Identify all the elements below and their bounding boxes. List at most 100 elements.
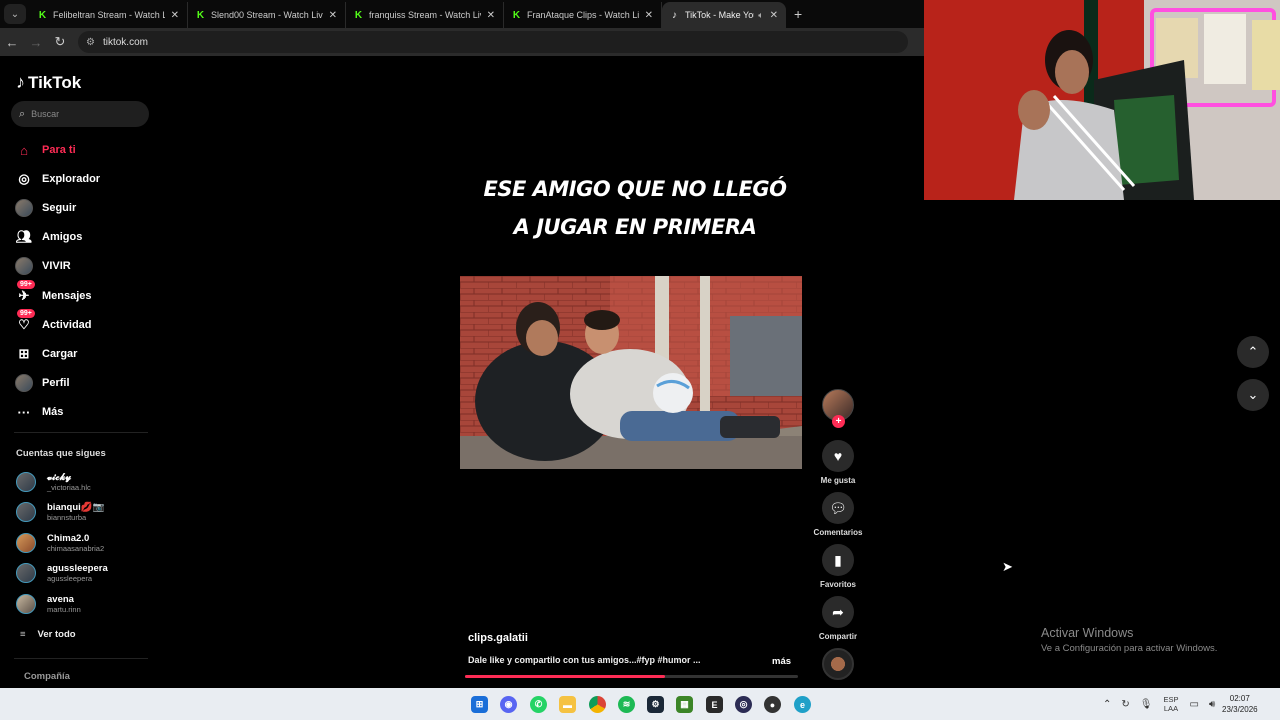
edge-icon[interactable]: e xyxy=(794,696,811,713)
comments-label: Comentarios xyxy=(813,528,863,537)
comments-action[interactable]: 💬︎ Comentarios xyxy=(813,492,863,537)
friends-icon: 👥︎ xyxy=(15,229,33,244)
avatar xyxy=(16,502,36,522)
chrome-icon[interactable] xyxy=(589,696,606,713)
following-account[interactable]: bianqui💋📷 biannsturba xyxy=(16,502,104,522)
kick-icon: K xyxy=(38,9,47,21)
start-menu-icon[interactable]: ⊞ xyxy=(471,696,488,713)
nav-para-ti[interactable]: ⌂ Para ti xyxy=(15,140,76,160)
video-frame xyxy=(460,276,802,469)
microphone-icon[interactable]: 🎙︎ xyxy=(1140,699,1153,710)
minecraft-icon[interactable]: ▦ xyxy=(676,696,693,713)
profile-avatar-icon xyxy=(15,374,33,392)
chevron-down-icon[interactable]: ⌄ xyxy=(1237,379,1269,411)
bookmark-icon[interactable]: ▮ xyxy=(822,544,854,576)
tab-title: FranAtaque Clips - Watch Live on xyxy=(527,10,639,20)
nav-explorador[interactable]: ◎ Explorador xyxy=(15,169,100,189)
divider xyxy=(14,658,148,659)
avatar xyxy=(16,563,36,583)
close-tab-icon[interactable]: ✕ xyxy=(171,10,179,21)
nav-actividad[interactable]: ♡ 99+ Actividad xyxy=(15,309,92,335)
site-info-icon[interactable]: ⚙ xyxy=(86,37,95,48)
steam-icon[interactable]: ⚙ xyxy=(647,696,664,713)
network-icon[interactable]: ▭ xyxy=(1190,699,1199,710)
account-name: agussleepera xyxy=(47,563,108,574)
following-account[interactable]: Chima2.0 chimaasanabria2 xyxy=(16,533,104,553)
browser-tab-active[interactable]: ♪ TikTok - Make Your Day 🔈︎ ✕ xyxy=(662,2,786,28)
address-bar[interactable]: ⚙ tiktok.com xyxy=(78,31,908,53)
activity-icon: ♡ xyxy=(18,317,30,332)
nav-mas[interactable]: ··· Más xyxy=(15,402,64,422)
more-button[interactable]: más xyxy=(772,656,791,667)
epic-games-icon[interactable]: E xyxy=(706,696,723,713)
clock[interactable]: 02:07 23/3/2026 xyxy=(1222,693,1258,715)
browser-tab[interactable]: K Slend00 Stream - Watch Live on K ✕ xyxy=(188,2,346,28)
speaker-icon[interactable]: 🔈︎ xyxy=(758,10,763,21)
chevron-up-icon[interactable]: ⌃ xyxy=(1237,336,1269,368)
language-indicator[interactable]: ESP LAA xyxy=(1163,695,1178,713)
tab-search-button[interactable]: ⌄ xyxy=(4,4,26,24)
reload-icon[interactable]: ↻ xyxy=(48,34,72,50)
following-account[interactable]: 𝓿𝓲𝓬𝓴𝔂 _victoriaa.hlc xyxy=(16,472,91,492)
account-username: chimaasanabria2 xyxy=(47,544,105,553)
following-account[interactable]: avena martu.rinn xyxy=(16,594,81,614)
browser-tab[interactable]: K FranAtaque Clips - Watch Live on ✕ xyxy=(504,2,662,28)
close-tab-icon[interactable]: ✕ xyxy=(329,10,337,21)
nav-seguir[interactable]: Seguir xyxy=(15,198,76,218)
heart-icon[interactable]: ♥ xyxy=(822,440,854,472)
nav-perfil[interactable]: Perfil xyxy=(15,373,70,393)
nav-vivir[interactable]: VIVIR xyxy=(15,256,71,276)
avatar-icon xyxy=(15,199,33,217)
like-action[interactable]: ♥ Me gusta xyxy=(813,440,863,485)
obs-icon[interactable]: ◎ xyxy=(735,696,752,713)
nav-cargar[interactable]: ⊞ Cargar xyxy=(15,344,78,364)
creator-username[interactable]: clips.galatii xyxy=(468,632,528,644)
video-progress-bar[interactable] xyxy=(465,675,798,678)
activate-title: Activar Windows xyxy=(1041,626,1134,640)
live-avatar-icon xyxy=(15,257,33,275)
tiktok-note-icon: ♪ xyxy=(16,72,25,92)
nav-amigos[interactable]: 👥︎ Amigos xyxy=(15,227,83,247)
webcam-image xyxy=(924,0,1280,200)
file-explorer-icon[interactable]: ▬ xyxy=(559,696,576,713)
tiktok-icon: ♪ xyxy=(672,9,677,21)
comment-icon[interactable]: 💬︎ xyxy=(822,492,854,524)
whatsapp-icon[interactable]: ✆ xyxy=(530,696,547,713)
recording-app-icon[interactable]: ● xyxy=(764,696,781,713)
close-tab-icon[interactable]: ✕ xyxy=(770,10,778,21)
company-link[interactable]: Compañía xyxy=(24,671,70,682)
sidebar: ♪ TikTok ⌕ Buscar ⌂ Para ti ◎ Explorador… xyxy=(0,58,160,688)
music-disc-icon[interactable] xyxy=(822,648,854,680)
close-tab-icon[interactable]: ✕ xyxy=(487,10,495,21)
kick-icon: K xyxy=(196,9,205,21)
forward-arrow-icon[interactable]: → xyxy=(24,35,48,50)
volume-icon[interactable]: 🔊︎ xyxy=(1209,699,1215,710)
video-description: Dale like y compartilo con tus amigos...… xyxy=(468,655,701,665)
browser-toolbar: ← → ↻ ⚙ tiktok.com xyxy=(0,28,924,56)
browser-tab[interactable]: K Felibeltran Stream - Watch Live o ✕ xyxy=(30,2,188,28)
activate-windows-watermark: Activar Windows Ve a Configuración para … xyxy=(1041,626,1217,654)
nav-mensajes[interactable]: ✈ 99+ Mensajes xyxy=(15,280,92,306)
back-arrow-icon[interactable]: ← xyxy=(0,35,24,50)
share-action[interactable]: ➦ Compartir xyxy=(813,596,863,641)
kick-icon: K xyxy=(354,9,363,21)
follow-plus-icon[interactable]: + xyxy=(832,415,845,428)
browser-tab[interactable]: K franquiss Stream - Watch Live on ✕ xyxy=(346,2,504,28)
discord-icon[interactable]: ◉ xyxy=(500,696,517,713)
see-all-button[interactable]: ≡ Ver todo xyxy=(20,629,76,640)
webcam-overlay xyxy=(924,0,1280,200)
new-tab-button[interactable]: + xyxy=(794,6,802,22)
favorites-action[interactable]: ▮ Favoritos xyxy=(813,544,863,589)
share-arrow-icon[interactable]: ➦ xyxy=(822,596,854,628)
notification-badge: 99+ xyxy=(17,309,35,318)
search-input[interactable]: ⌕ Buscar xyxy=(11,101,149,127)
spotify-icon[interactable]: ≋ xyxy=(618,696,635,713)
url-text: tiktok.com xyxy=(102,36,148,48)
compass-icon: ◎ xyxy=(18,171,30,186)
account-name: avena xyxy=(47,594,74,605)
following-account[interactable]: agussleepera agussleepera xyxy=(16,563,108,583)
sync-icon[interactable]: ↻ xyxy=(1121,699,1129,710)
chevron-up-icon[interactable]: ⌃ xyxy=(1103,699,1111,710)
close-tab-icon[interactable]: ✕ xyxy=(645,10,653,21)
tiktok-logo[interactable]: ♪ TikTok xyxy=(16,72,81,93)
